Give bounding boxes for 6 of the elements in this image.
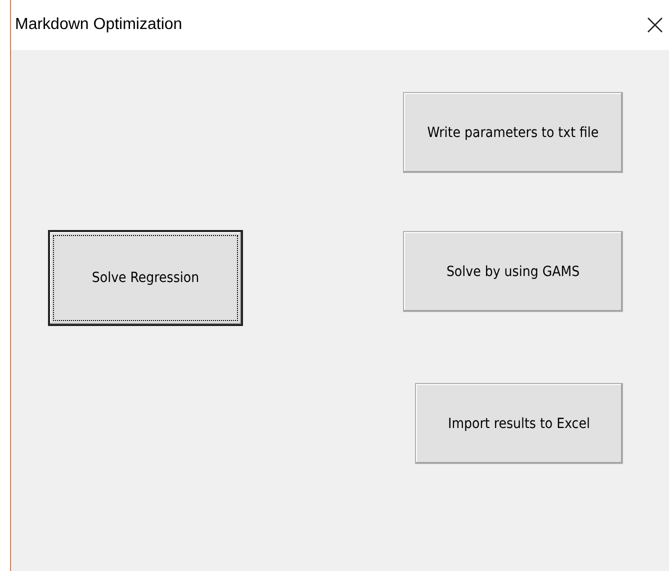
window-title: Markdown Optimization xyxy=(15,16,182,34)
close-icon[interactable] xyxy=(647,17,663,33)
solve-button[interactable]: Solve Regression xyxy=(48,230,243,326)
action-button[interactable]: Write parameters to txt file xyxy=(403,92,623,173)
action-button[interactable]: Import results to Excel xyxy=(415,383,623,464)
action-button[interactable]: Solve by using GAMS xyxy=(403,231,623,312)
